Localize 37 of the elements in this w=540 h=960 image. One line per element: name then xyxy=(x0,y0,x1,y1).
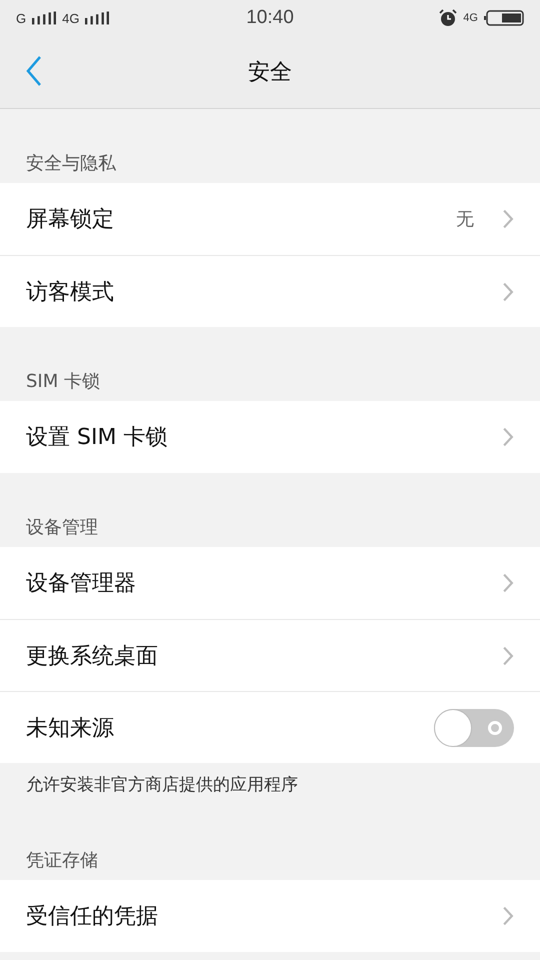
settings-row[interactable]: 受信任的凭据 xyxy=(0,880,540,952)
back-button[interactable] xyxy=(26,56,42,86)
row-label: 未知来源 xyxy=(26,714,114,742)
section-header: 设备管理 xyxy=(25,516,99,540)
row-label: 更换系统桌面 xyxy=(26,642,158,670)
settings-row[interactable]: 未知来源 xyxy=(0,691,540,763)
section-header: 安全与隐私 xyxy=(25,152,117,176)
chevron-icon xyxy=(502,282,514,302)
row-label: 设置 SIM 卡锁 xyxy=(26,424,168,452)
page-title: 安全 xyxy=(248,59,292,87)
row-label: 屏幕锁定 xyxy=(26,206,114,234)
section-header: 凭证存储 xyxy=(25,849,99,873)
alarm-clock-icon xyxy=(439,9,458,27)
toggle-switch[interactable] xyxy=(434,708,514,746)
battery-icon xyxy=(484,10,524,26)
data-network-label: 4G xyxy=(463,12,478,24)
settings-row[interactable]: 设置 SIM 卡锁 xyxy=(0,401,540,473)
chevron-icon xyxy=(502,209,514,229)
clock-time: 10:40 xyxy=(246,7,294,29)
chevron-icon xyxy=(502,427,514,447)
settings-row[interactable]: 屏幕锁定 无 xyxy=(0,183,540,255)
network-label: 4G xyxy=(62,10,80,26)
row-label: 访客模式 xyxy=(26,278,114,306)
settings-row[interactable]: 更换系统桌面 xyxy=(0,619,540,691)
row-label: 设备管理器 xyxy=(26,570,136,598)
signal-icon xyxy=(32,11,56,25)
chevron-icon xyxy=(502,906,514,926)
section-note: 允许安装非官方商店提供的应用程序 xyxy=(25,774,299,797)
chevron-icon xyxy=(502,573,514,593)
chevron-icon xyxy=(502,646,514,666)
signal-icon xyxy=(85,11,110,25)
section-header: SIM 卡锁 xyxy=(25,370,101,394)
row-value: 无 xyxy=(456,208,474,231)
settings-row[interactable]: 设备管理器 xyxy=(0,547,540,619)
settings-row[interactable]: 访客模式 xyxy=(0,255,540,327)
network-label: G xyxy=(16,10,26,26)
row-label: 受信任的凭据 xyxy=(26,903,158,931)
